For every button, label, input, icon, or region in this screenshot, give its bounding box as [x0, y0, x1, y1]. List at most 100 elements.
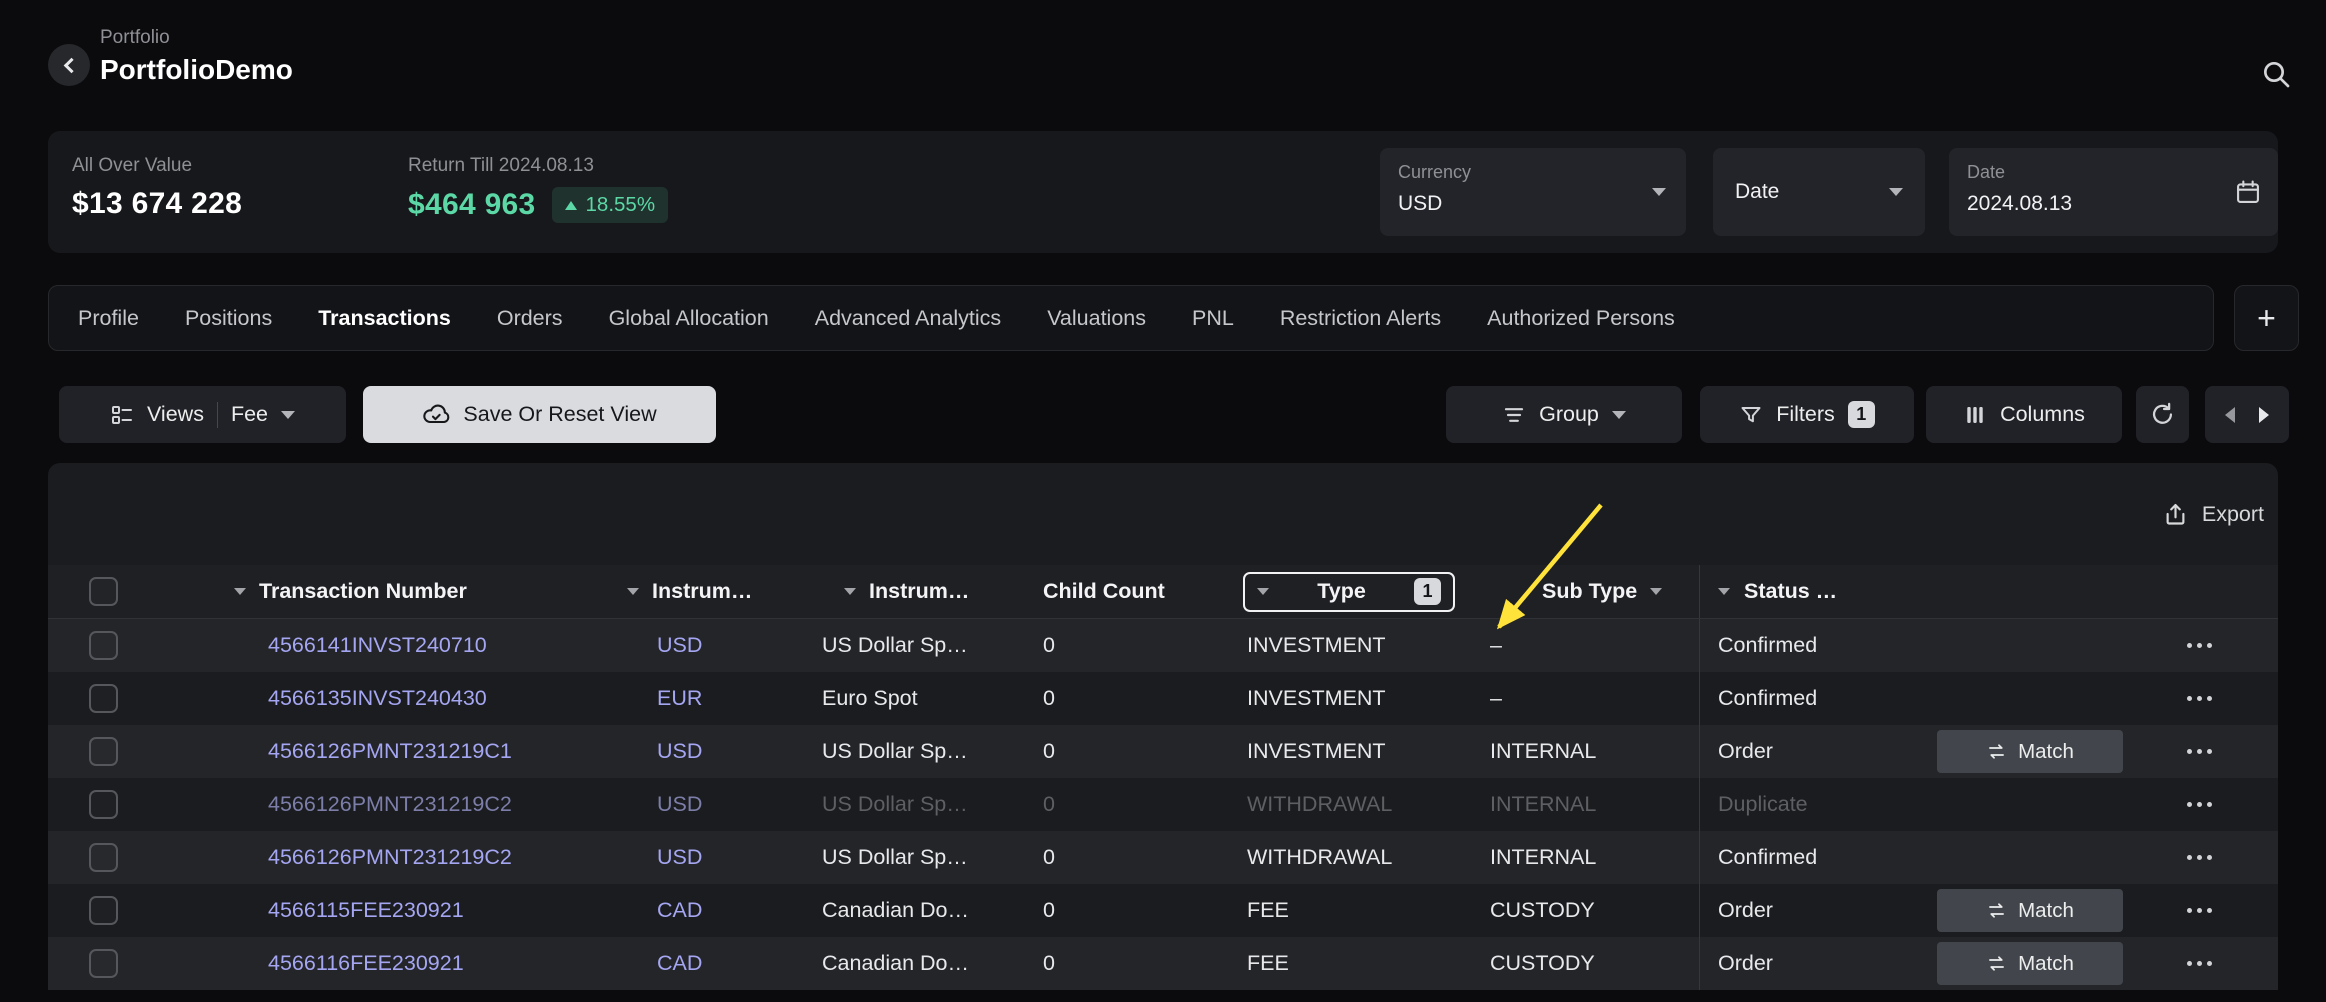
- columns-button[interactable]: Columns: [1926, 386, 2122, 443]
- status-text: Confirmed: [1718, 845, 1937, 870]
- table-row[interactable]: 4566141INVST240710 USD US Dollar Sp… 0 I…: [48, 619, 2278, 672]
- table-row[interactable]: 4566126PMNT231219C2 USD US Dollar Sp… 0 …: [48, 778, 2278, 831]
- table-row[interactable]: 4566126PMNT231219C1 USD US Dollar Sp… 0 …: [48, 725, 2278, 778]
- transaction-number-link[interactable]: 4566126PMNT231219C1: [226, 739, 619, 764]
- table-row[interactable]: 4566126PMNT231219C2 USD US Dollar Sp… 0 …: [48, 831, 2278, 884]
- views-dropdown[interactable]: Views Fee: [59, 386, 346, 443]
- currency-link[interactable]: USD: [619, 633, 808, 658]
- currency-link[interactable]: USD: [619, 845, 808, 870]
- column-menu-icon[interactable]: [1718, 588, 1730, 595]
- tab-pnl[interactable]: PNL: [1169, 286, 1257, 350]
- refresh-button[interactable]: [2136, 386, 2189, 443]
- chevron-down-icon: [1889, 188, 1903, 196]
- export-label[interactable]: Export: [2202, 502, 2264, 527]
- tab-positions[interactable]: Positions: [162, 286, 295, 350]
- transaction-number-link[interactable]: 4566116FEE230921: [226, 951, 619, 976]
- transaction-number-link[interactable]: 4566135INVST240430: [226, 686, 619, 711]
- status-text: Order: [1718, 951, 1937, 976]
- search-button[interactable]: [2256, 54, 2296, 94]
- tab-authorized-persons[interactable]: Authorized Persons: [1464, 286, 1698, 350]
- sub-type-cell: INTERNAL: [1488, 845, 1699, 870]
- table-row[interactable]: 4566115FEE230921 CAD Canadian Do… 0 FEE …: [48, 884, 2278, 937]
- currency-link[interactable]: USD: [619, 792, 808, 817]
- column-menu-icon[interactable]: [1257, 588, 1269, 595]
- column-header-transaction-number[interactable]: Transaction Number: [226, 579, 619, 604]
- table-header-row: Transaction Number Instrum… Instrum… Chi…: [48, 565, 2278, 619]
- filters-button[interactable]: Filters 1: [1700, 386, 1914, 443]
- column-menu-icon[interactable]: [1650, 588, 1662, 595]
- row-checkbox[interactable]: [89, 790, 118, 819]
- row-actions-menu[interactable]: [2183, 900, 2216, 921]
- row-checkbox[interactable]: [89, 896, 118, 925]
- column-header-status[interactable]: Status …: [1699, 565, 2278, 618]
- column-label: Type: [1317, 579, 1366, 604]
- date-picker-field[interactable]: Date 2024.08.13: [1949, 148, 2278, 236]
- row-actions-menu[interactable]: [2183, 635, 2216, 656]
- currency-link[interactable]: EUR: [619, 686, 808, 711]
- tab-advanced-analytics[interactable]: Advanced Analytics: [792, 286, 1024, 350]
- type-cell: INVESTMENT: [1243, 633, 1488, 658]
- tab-valuations[interactable]: Valuations: [1024, 286, 1169, 350]
- column-menu-icon[interactable]: [627, 588, 639, 595]
- status-text: Confirmed: [1718, 633, 1937, 658]
- table-row[interactable]: 4566135INVST240430 EUR Euro Spot 0 INVES…: [48, 672, 2278, 725]
- column-header-sub-type[interactable]: Sub Type: [1488, 579, 1699, 604]
- tab-global-allocation[interactable]: Global Allocation: [586, 286, 792, 350]
- row-actions-menu[interactable]: [2183, 953, 2216, 974]
- match-button[interactable]: Match: [1937, 889, 2123, 932]
- row-actions-menu[interactable]: [2183, 794, 2216, 815]
- transactions-panel: Export Transaction Number Instrum… Instr…: [48, 463, 2278, 990]
- date-mode-select[interactable]: Date: [1713, 148, 1925, 236]
- pagination-controls[interactable]: [2205, 386, 2289, 443]
- back-button[interactable]: [48, 44, 90, 86]
- currency-link[interactable]: CAD: [619, 951, 808, 976]
- previous-page-icon[interactable]: [2225, 407, 2235, 423]
- column-label: Child Count: [1043, 579, 1165, 604]
- row-checkbox[interactable]: [89, 737, 118, 766]
- row-actions-menu[interactable]: [2183, 741, 2216, 762]
- page-title: PortfolioDemo: [100, 54, 293, 86]
- transaction-number-link[interactable]: 4566126PMNT231219C2: [226, 845, 619, 870]
- row-checkbox[interactable]: [89, 631, 118, 660]
- next-page-icon[interactable]: [2259, 407, 2269, 423]
- match-arrows-icon: [1986, 953, 2007, 974]
- column-header-instrument-currency[interactable]: Instrum…: [619, 579, 808, 604]
- filters-count-badge: 1: [1848, 401, 1875, 428]
- transaction-number-link[interactable]: 4566141INVST240710: [226, 633, 619, 658]
- views-value: Fee: [231, 402, 268, 427]
- export-icon[interactable]: [2162, 501, 2189, 528]
- match-button[interactable]: Match: [1937, 730, 2123, 773]
- return-value: $464 963: [408, 188, 536, 222]
- group-button[interactable]: Group: [1446, 386, 1682, 443]
- select-all-checkbox[interactable]: [89, 577, 118, 606]
- currency-link[interactable]: USD: [619, 739, 808, 764]
- tab-transactions[interactable]: Transactions: [295, 286, 474, 350]
- column-header-instrument-name[interactable]: Instrum…: [808, 579, 1041, 604]
- currency-select[interactable]: Currency USD: [1380, 148, 1686, 236]
- instrument-cell: US Dollar Sp…: [808, 845, 1041, 870]
- add-tab-button[interactable]: +: [2234, 285, 2299, 351]
- transaction-number-link[interactable]: 4566115FEE230921: [226, 898, 619, 923]
- instrument-cell: Euro Spot: [808, 686, 1041, 711]
- column-menu-icon[interactable]: [844, 588, 856, 595]
- match-label: Match: [2018, 952, 2074, 976]
- row-actions-menu[interactable]: [2183, 688, 2216, 709]
- save-or-reset-view-button[interactable]: Save Or Reset View: [363, 386, 716, 443]
- column-header-child-count[interactable]: Child Count: [1041, 579, 1243, 604]
- type-column-filter-box[interactable]: Type 1: [1243, 572, 1455, 612]
- chevron-down-icon: [1612, 411, 1626, 419]
- row-checkbox[interactable]: [89, 684, 118, 713]
- column-menu-icon[interactable]: [234, 588, 246, 595]
- row-checkbox[interactable]: [89, 949, 118, 978]
- tab-restriction-alerts[interactable]: Restriction Alerts: [1257, 286, 1464, 350]
- table-row[interactable]: 4566116FEE230921 CAD Canadian Do… 0 FEE …: [48, 937, 2278, 990]
- match-button[interactable]: Match: [1937, 942, 2123, 985]
- breadcrumb: Portfolio: [100, 27, 170, 49]
- transaction-number-link[interactable]: 4566126PMNT231219C2: [226, 792, 619, 817]
- currency-link[interactable]: CAD: [619, 898, 808, 923]
- tab-profile[interactable]: Profile: [55, 286, 162, 350]
- row-actions-menu[interactable]: [2183, 847, 2216, 868]
- tab-orders[interactable]: Orders: [474, 286, 586, 350]
- row-checkbox[interactable]: [89, 843, 118, 872]
- column-header-type[interactable]: Type 1: [1243, 572, 1488, 612]
